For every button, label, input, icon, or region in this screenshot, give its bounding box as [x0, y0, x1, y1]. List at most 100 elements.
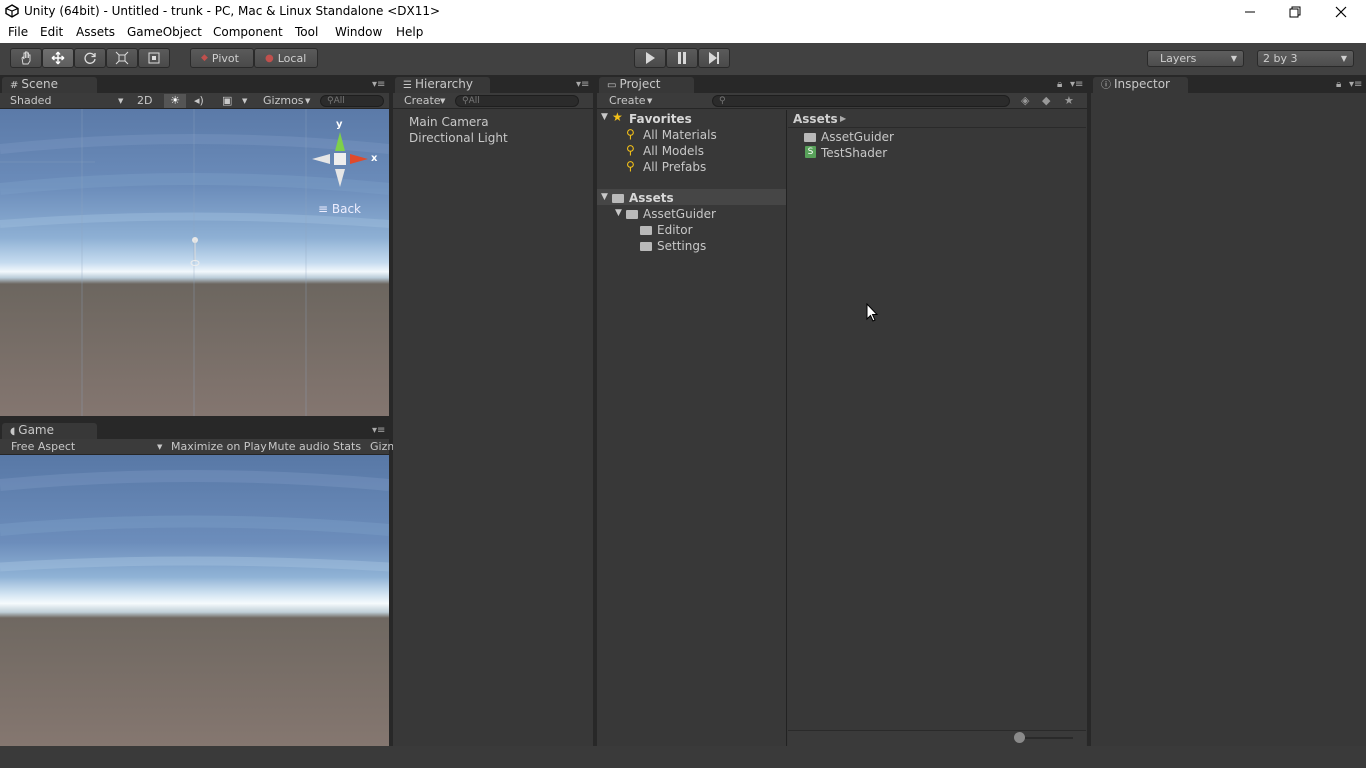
tab-game[interactable]: ◖ Game — [2, 423, 97, 439]
move-tool-button[interactable] — [42, 48, 74, 68]
gizmo-neg-x-axis[interactable] — [312, 154, 330, 164]
layout-dropdown[interactable]: 2 by 3 ▼ — [1257, 50, 1354, 67]
gizmo-y-axis[interactable] — [335, 132, 345, 151]
pivot-toggle[interactable]: ◆ Pivot — [190, 48, 254, 68]
aspect-dropdown[interactable]: Free Aspect — [11, 440, 75, 453]
panel-menu-icon[interactable]: ▾≡ — [576, 79, 589, 90]
scene-tabstrip: # Scene ▾≡ — [0, 75, 389, 93]
assets-root[interactable]: Assets — [629, 191, 674, 205]
tab-scene[interactable]: # Scene — [2, 77, 97, 93]
asset-assetguider[interactable]: AssetGuider — [821, 130, 894, 144]
local-toggle[interactable]: ● Local — [254, 48, 318, 68]
gizmo-neg-y-axis[interactable] — [335, 169, 345, 187]
status-bar — [0, 746, 1366, 768]
unity-logo-icon — [5, 4, 19, 18]
view-label[interactable]: ≡ Back — [318, 202, 361, 216]
gizmo-y-label: y — [336, 119, 343, 130]
favorites-star-icon[interactable]: ★ — [1064, 94, 1074, 107]
rect-tool-button[interactable] — [138, 48, 170, 68]
move-icon — [51, 51, 65, 65]
play-button[interactable] — [634, 48, 666, 68]
close-icon — [1335, 6, 1347, 17]
menu-gameobject[interactable]: GameObject — [127, 25, 202, 39]
tree-assetguider[interactable]: AssetGuider — [643, 207, 716, 221]
favorite-all-prefabs[interactable]: All Prefabs — [643, 160, 706, 174]
assetguider-expand-arrow[interactable]: ▼ — [615, 208, 622, 218]
tab-project[interactable]: ▭ Project — [599, 77, 694, 93]
project-search-input[interactable]: ⚲ — [712, 95, 1010, 107]
gizmo-x-axis[interactable] — [350, 154, 368, 164]
panel-menu-icon[interactable]: ▾≡ — [372, 425, 385, 436]
game-viewport[interactable] — [0, 455, 389, 746]
zoom-slider-handle[interactable] — [1014, 732, 1025, 743]
minimize-button[interactable] — [1227, 0, 1273, 23]
panel-menu-icon[interactable]: ▾≡ — [372, 79, 385, 90]
view-label-text: Back — [331, 202, 362, 216]
layers-dropdown[interactable]: Layers ▼ — [1147, 50, 1244, 67]
stats-toggle[interactable]: Stats — [333, 440, 361, 453]
mute-audio-toggle[interactable]: Mute audio — [268, 440, 330, 453]
tree-editor[interactable]: Editor — [657, 223, 693, 237]
hand-tool-button[interactable] — [10, 48, 42, 68]
menu-component[interactable]: Component — [213, 25, 283, 39]
restore-button[interactable] — [1272, 0, 1318, 23]
favorites-header[interactable]: Favorites — [629, 112, 692, 126]
menu-help[interactable]: Help — [396, 25, 423, 39]
menu-edit[interactable]: Edit — [40, 25, 63, 39]
project-tree — [597, 110, 786, 746]
lighting-toggle[interactable]: ☀ — [164, 94, 186, 108]
effects-toggle[interactable]: ▣ — [222, 94, 232, 107]
project-splitter[interactable] — [786, 110, 787, 746]
game-toolbar: Free Aspect ▼ Maximize on Play Mute audi… — [0, 439, 398, 455]
star-icon: ★ — [612, 110, 623, 124]
lock-icon[interactable]: 🔒︎ — [1336, 79, 1341, 90]
shading-dropdown[interactable]: Shaded — [10, 94, 51, 107]
maximize-on-play-toggle[interactable]: Maximize on Play — [171, 440, 267, 453]
favorites-expand-arrow[interactable]: ▼ — [601, 112, 608, 122]
filter-by-type-icon[interactable]: ◈ — [1021, 94, 1029, 107]
shader-icon: S — [805, 146, 816, 158]
layout-label: 2 by 3 — [1263, 52, 1298, 65]
menu-assets[interactable]: Assets — [76, 25, 115, 39]
folder-icon — [640, 223, 656, 237]
hierarchy-item-main-camera[interactable]: Main Camera — [409, 115, 489, 129]
panel-menu-icon[interactable]: ▾≡ — [1070, 79, 1083, 90]
menu-tool[interactable]: Tool — [295, 25, 318, 39]
lock-icon[interactable]: 🔒︎ — [1057, 79, 1062, 90]
scene-viewport[interactable]: y x ≡ Back — [0, 109, 389, 416]
tree-settings[interactable]: Settings — [657, 239, 706, 253]
chevron-down-icon: ▼ — [647, 97, 653, 105]
scene-search-input[interactable]: ⚲All — [320, 95, 384, 107]
search-icon: ⚲ — [626, 159, 635, 173]
rotate-tool-button[interactable] — [74, 48, 106, 68]
folder-icon — [626, 207, 642, 221]
audio-toggle[interactable]: ◂) — [194, 94, 204, 107]
asset-testshader[interactable]: TestShader — [821, 146, 887, 160]
sun-icon: ☀ — [170, 94, 180, 107]
menu-window[interactable]: Window — [335, 25, 382, 39]
project-create-button[interactable]: Create — [609, 94, 646, 107]
filter-by-label-icon[interactable]: ◆ — [1042, 94, 1050, 107]
mode-2d-toggle[interactable]: 2D — [137, 94, 152, 107]
game-sky-render — [0, 455, 389, 746]
pause-button[interactable] — [666, 48, 698, 68]
inspector-tabstrip: ⓘ Inspector 🔒︎ ▾≡ — [1091, 75, 1366, 93]
hierarchy-create-button[interactable]: Create — [404, 94, 441, 107]
favorite-all-models[interactable]: All Models — [643, 144, 704, 158]
tab-inspector[interactable]: ⓘ Inspector — [1093, 77, 1188, 93]
assets-expand-arrow[interactable]: ▼ — [601, 192, 608, 202]
close-button[interactable] — [1318, 0, 1364, 23]
breadcrumb-assets[interactable]: Assets — [793, 112, 838, 126]
scale-tool-button[interactable] — [106, 48, 138, 68]
favorite-all-materials[interactable]: All Materials — [643, 128, 717, 142]
tab-hierarchy[interactable]: ☰ Hierarchy — [395, 77, 490, 93]
step-button[interactable] — [698, 48, 730, 68]
gizmo-center[interactable] — [334, 153, 346, 165]
tab-inspector-label: Inspector — [1114, 77, 1170, 91]
hierarchy-search-input[interactable]: ⚲All — [455, 95, 579, 107]
panel-menu-icon[interactable]: ▾≡ — [1349, 79, 1362, 90]
search-icon: ⚲ — [462, 96, 469, 106]
gizmos-dropdown[interactable]: Gizmos — [263, 94, 304, 107]
menu-file[interactable]: File — [8, 25, 28, 39]
hierarchy-item-directional-light[interactable]: Directional Light — [409, 131, 508, 145]
